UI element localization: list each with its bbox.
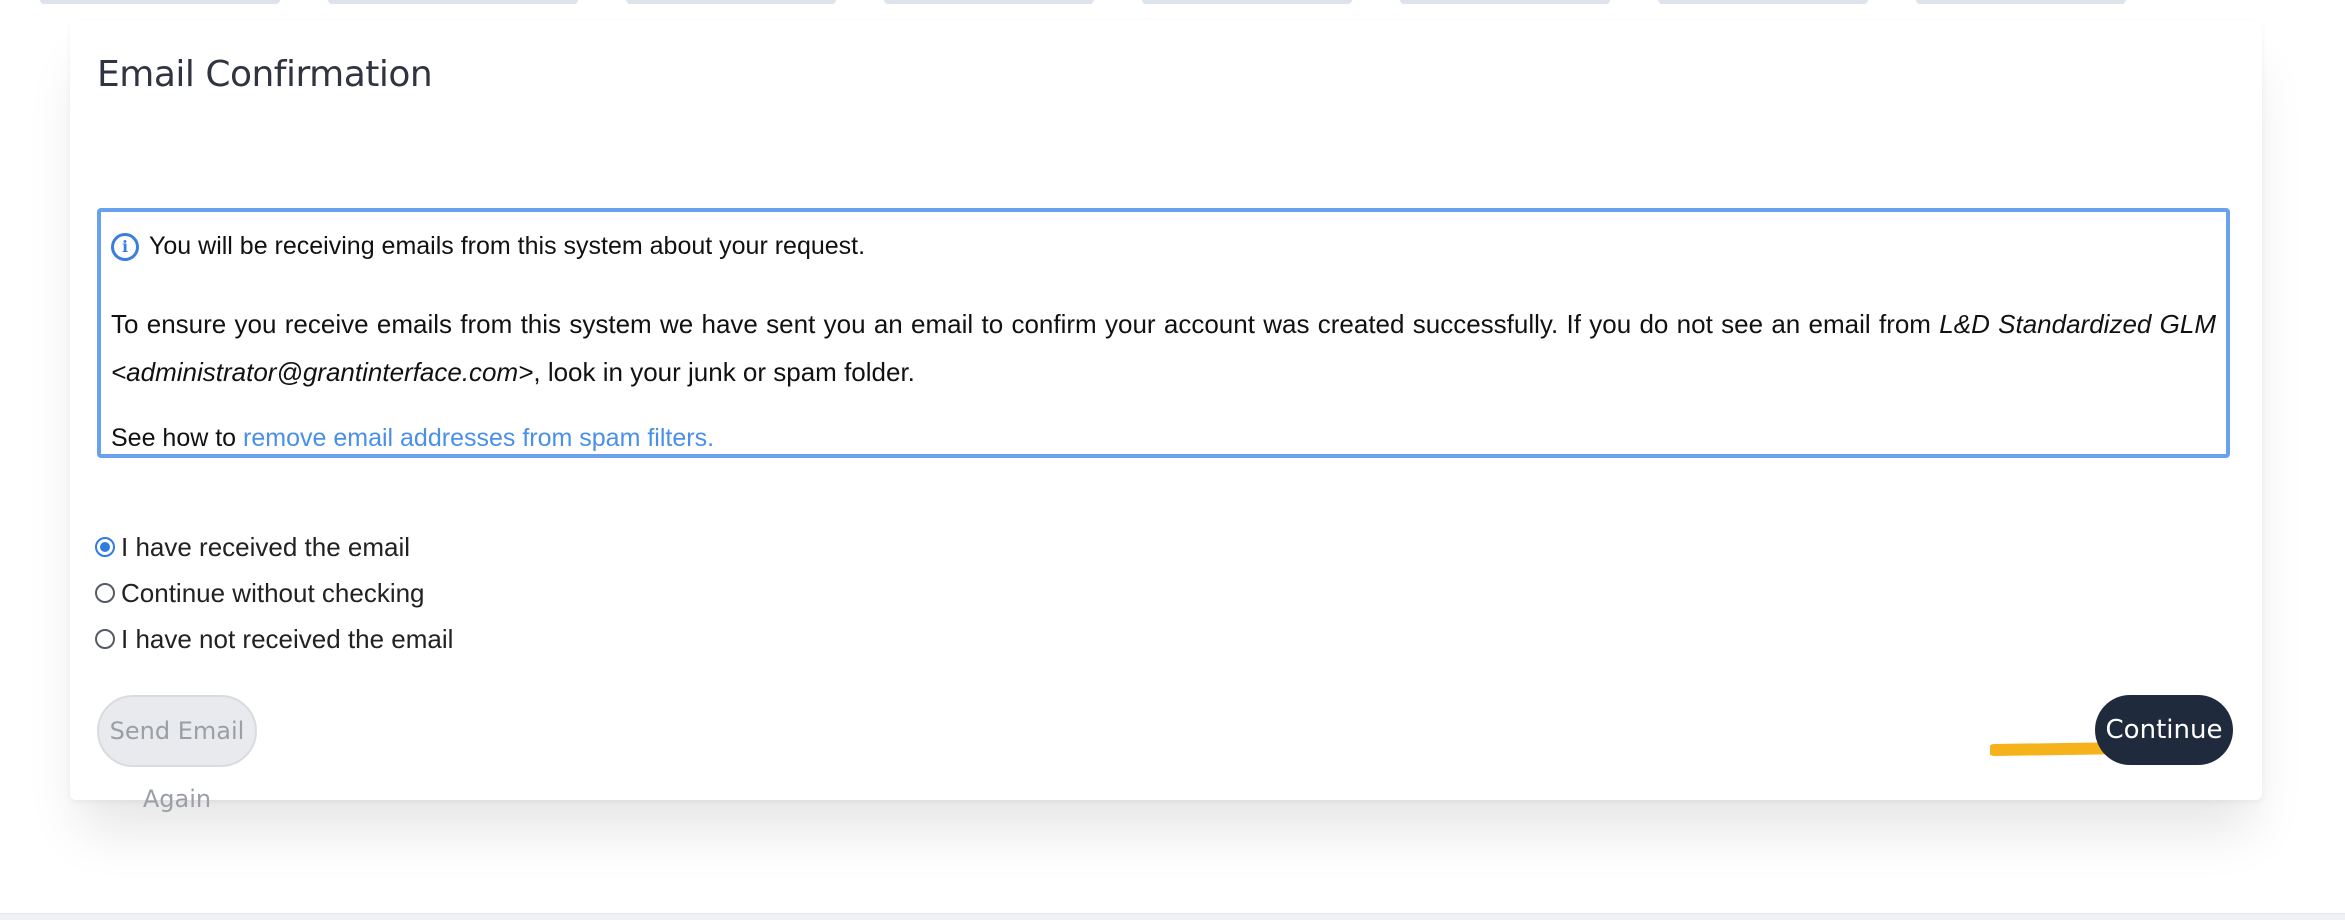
radio-continue-without-checking[interactable] (95, 583, 115, 603)
radio-received[interactable] (95, 537, 115, 557)
send-email-again-button[interactable]: Send Email Again (97, 695, 257, 813)
radio-not-received[interactable] (95, 629, 115, 649)
info-para-prefix: To ensure you receive emails from this s… (111, 309, 1940, 339)
info-lead-text: You will be receiving emails from this s… (149, 232, 866, 260)
info-see-prefix: See how to (111, 424, 244, 452)
confirmation-options: I have received the email Continue witho… (95, 524, 453, 662)
spam-filter-link[interactable]: remove email addresses from spam filters… (243, 424, 714, 452)
info-para-suffix: , look in your junk or spam folder. (533, 357, 915, 387)
option-not-received-label: I have not received the email (121, 623, 454, 654)
page: Email Confirmation i You will be receivi… (0, 0, 2345, 920)
option-continue-without-checking-label: Continue without checking (121, 577, 425, 608)
info-alert-box: i You will be receiving emails from this… (97, 208, 2230, 458)
email-confirmation-card: Email Confirmation i You will be receivi… (70, 20, 2262, 813)
card-title: Email Confirmation (97, 54, 433, 95)
option-continue-without-checking[interactable]: Continue without checking (95, 570, 453, 616)
option-received[interactable]: I have received the email (95, 524, 453, 570)
info-lead-row: i You will be receiving emails from this… (111, 232, 865, 261)
option-not-received[interactable]: I have not received the email (95, 616, 453, 662)
bottom-strip (0, 913, 2345, 920)
info-paragraph: To ensure you receive emails from this s… (111, 300, 2216, 396)
option-received-label: I have received the email (121, 531, 411, 562)
continue-button[interactable]: Continue (2095, 695, 2233, 765)
top-tab-strip (0, 0, 2345, 4)
info-icon: i (111, 232, 139, 261)
info-see-how: See how to remove email addresses from s… (111, 424, 714, 453)
